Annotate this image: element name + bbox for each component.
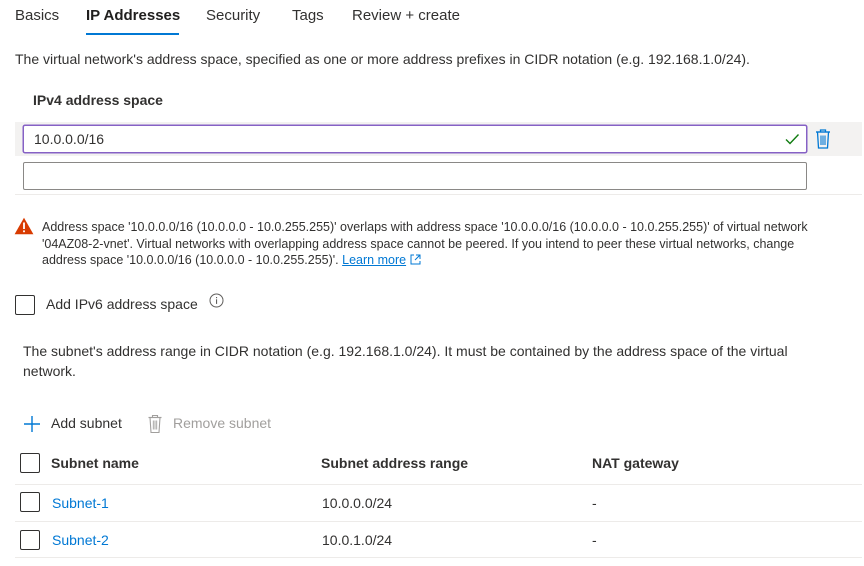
warning-icon [14, 217, 34, 235]
tab-tags[interactable]: Tags [292, 7, 324, 24]
subnet-name-link[interactable]: Subnet-1 [52, 495, 109, 511]
ipv6-checkbox[interactable] [15, 295, 35, 315]
nat-gateway: - [592, 532, 597, 548]
valid-check-icon [784, 131, 800, 147]
active-tab-indicator [86, 33, 179, 35]
row-checkbox[interactable] [20, 492, 40, 512]
column-header-address-range: Subnet address range [321, 455, 469, 471]
subnet-name-link[interactable]: Subnet-2 [52, 532, 109, 548]
table-header-divider [15, 484, 862, 485]
external-link-icon [410, 253, 421, 270]
remove-subnet-label: Remove subnet [173, 415, 272, 431]
overlap-warning-text: Address space '10.0.0.0/16 (10.0.0.0 - 1… [42, 220, 808, 267]
row-divider [15, 557, 862, 558]
add-subnet-label: Add subnet [51, 415, 122, 431]
select-all-checkbox[interactable] [20, 453, 40, 473]
address-space-description: The virtual network's address space, spe… [15, 51, 750, 67]
column-header-nat-gateway: NAT gateway [592, 455, 679, 471]
column-header-subnet-name: Subnet name [51, 455, 139, 471]
ipv4-address-space-label: IPv4 address space [33, 92, 163, 108]
tab-ip-addresses[interactable]: IP Addresses [86, 7, 180, 24]
learn-more-link[interactable]: Learn more [342, 253, 406, 267]
nat-gateway: - [592, 495, 597, 511]
delete-icon-disabled [147, 414, 163, 439]
subnet-description: The subnet's address range in CIDR notat… [23, 343, 788, 379]
subnet-range: 10.0.1.0/24 [322, 532, 393, 548]
overlap-warning: Address space '10.0.0.0/16 (10.0.0.0 - 1… [42, 219, 832, 270]
divider [15, 194, 862, 195]
ipv4-address-input-empty[interactable] [23, 162, 807, 190]
subnet-range: 10.0.0.0/24 [322, 495, 393, 511]
ipv6-label: Add IPv6 address space [46, 296, 198, 312]
add-icon [23, 415, 41, 438]
delete-icon[interactable] [813, 128, 833, 150]
tab-review-create[interactable]: Review + create [352, 7, 460, 24]
row-checkbox[interactable] [20, 530, 40, 550]
tab-basics[interactable]: Basics [15, 7, 59, 24]
tab-security[interactable]: Security [206, 7, 260, 24]
row-divider [15, 521, 862, 522]
info-icon[interactable] [209, 293, 224, 308]
ipv4-address-input[interactable] [23, 125, 807, 153]
